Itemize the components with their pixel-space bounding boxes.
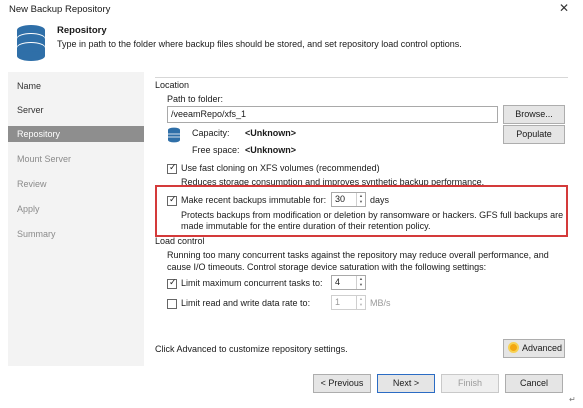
close-icon[interactable]: ✕: [559, 1, 569, 15]
limit-tasks-label: Limit maximum concurrent tasks to:: [181, 278, 323, 288]
load-control-description-line1: Running too many concurrent tasks agains…: [167, 250, 549, 260]
cancel-button[interactable]: Cancel: [505, 374, 563, 393]
spinner-arrows-icon[interactable]: ▲ ▼: [356, 193, 365, 206]
path-input[interactable]: /veeamRepo/xfs_1: [167, 106, 498, 123]
finish-button: Finish: [441, 374, 499, 393]
advanced-button[interactable]: Advanced: [503, 339, 565, 358]
advanced-button-label: Advanced: [522, 343, 563, 353]
limit-tasks-stepper[interactable]: 4 ▲ ▼: [331, 275, 366, 290]
checkmark-icon: ✓: [169, 277, 177, 287]
limit-tasks-value: 4: [335, 277, 341, 287]
immutable-description-line1: Protects backups from modification or de…: [181, 210, 564, 220]
immutable-days-stepper[interactable]: 30 ▲ ▼: [331, 192, 366, 207]
populate-button[interactable]: Populate: [503, 125, 565, 144]
free-space-value: <Unknown>: [245, 145, 297, 155]
section-divider: [155, 77, 568, 78]
fast-cloning-checkbox[interactable]: ✓: [167, 162, 177, 174]
sidebar-item-mount-server: Mount Server: [17, 154, 72, 164]
location-section-label: Location: [155, 80, 190, 90]
return-arrow-icon: ↵: [569, 395, 576, 404]
limit-rate-stepper: 1 ▲ ▼: [331, 295, 366, 310]
checkmark-icon: ✓: [169, 162, 177, 172]
title-bar: New Backup Repository ✕: [0, 0, 583, 18]
database-icon: [17, 25, 45, 61]
previous-button[interactable]: < Previous: [313, 374, 371, 393]
browse-button[interactable]: Browse...: [503, 105, 565, 124]
load-control-description-line2: cause I/O timeouts. Control storage devi…: [167, 262, 487, 272]
limit-rate-unit: MB/s: [370, 298, 391, 308]
capacity-value: <Unknown>: [245, 128, 297, 138]
advanced-hint: Click Advanced to customize repository s…: [155, 344, 348, 354]
fast-cloning-label: Use fast cloning on XFS volumes (recomme…: [181, 163, 380, 173]
wizard-steps-sidebar: Name Server Repository Mount Server Revi…: [8, 72, 144, 366]
sidebar-item-server[interactable]: Server: [8, 102, 144, 118]
next-button[interactable]: Next >: [377, 374, 435, 393]
checkmark-icon: ✓: [169, 194, 177, 204]
immutable-checkbox[interactable]: ✓: [167, 194, 177, 206]
new-backup-repository-window: New Backup Repository ✕ Repository Type …: [0, 0, 583, 408]
immutable-description-line2: made immutable for the entire duration o…: [181, 221, 431, 231]
immutable-days-value: 30: [335, 194, 346, 204]
load-control-section-label: Load control: [155, 236, 205, 246]
capacity-label: Capacity:: [192, 128, 230, 138]
spinner-arrows-icon[interactable]: ▲ ▼: [356, 276, 365, 289]
sidebar-item-repository[interactable]: Repository: [8, 126, 144, 142]
sun-icon: [508, 342, 519, 353]
immutable-unit: days: [370, 195, 390, 205]
window-title: New Backup Repository: [9, 4, 111, 15]
limit-rate-label: Limit read and write data rate to:: [181, 298, 311, 308]
sidebar-item-summary: Summary: [17, 229, 56, 239]
path-label: Path to folder:: [167, 94, 224, 104]
spinner-arrows-icon: ▲ ▼: [356, 296, 365, 309]
limit-rate-value: 1: [335, 297, 341, 307]
sidebar-item-name[interactable]: Name: [8, 78, 144, 94]
sidebar-item-review: Review: [17, 179, 47, 189]
sidebar-item-apply: Apply: [17, 204, 40, 214]
storage-icon: [168, 127, 180, 143]
immutable-label: Make recent backups immutable for:: [181, 195, 327, 205]
free-space-label: Free space:: [192, 145, 240, 155]
limit-tasks-checkbox[interactable]: ✓: [167, 277, 177, 289]
page-description: Type in path to the folder where backup …: [57, 39, 462, 49]
page-title: Repository: [57, 25, 107, 36]
limit-rate-checkbox[interactable]: [167, 299, 177, 309]
